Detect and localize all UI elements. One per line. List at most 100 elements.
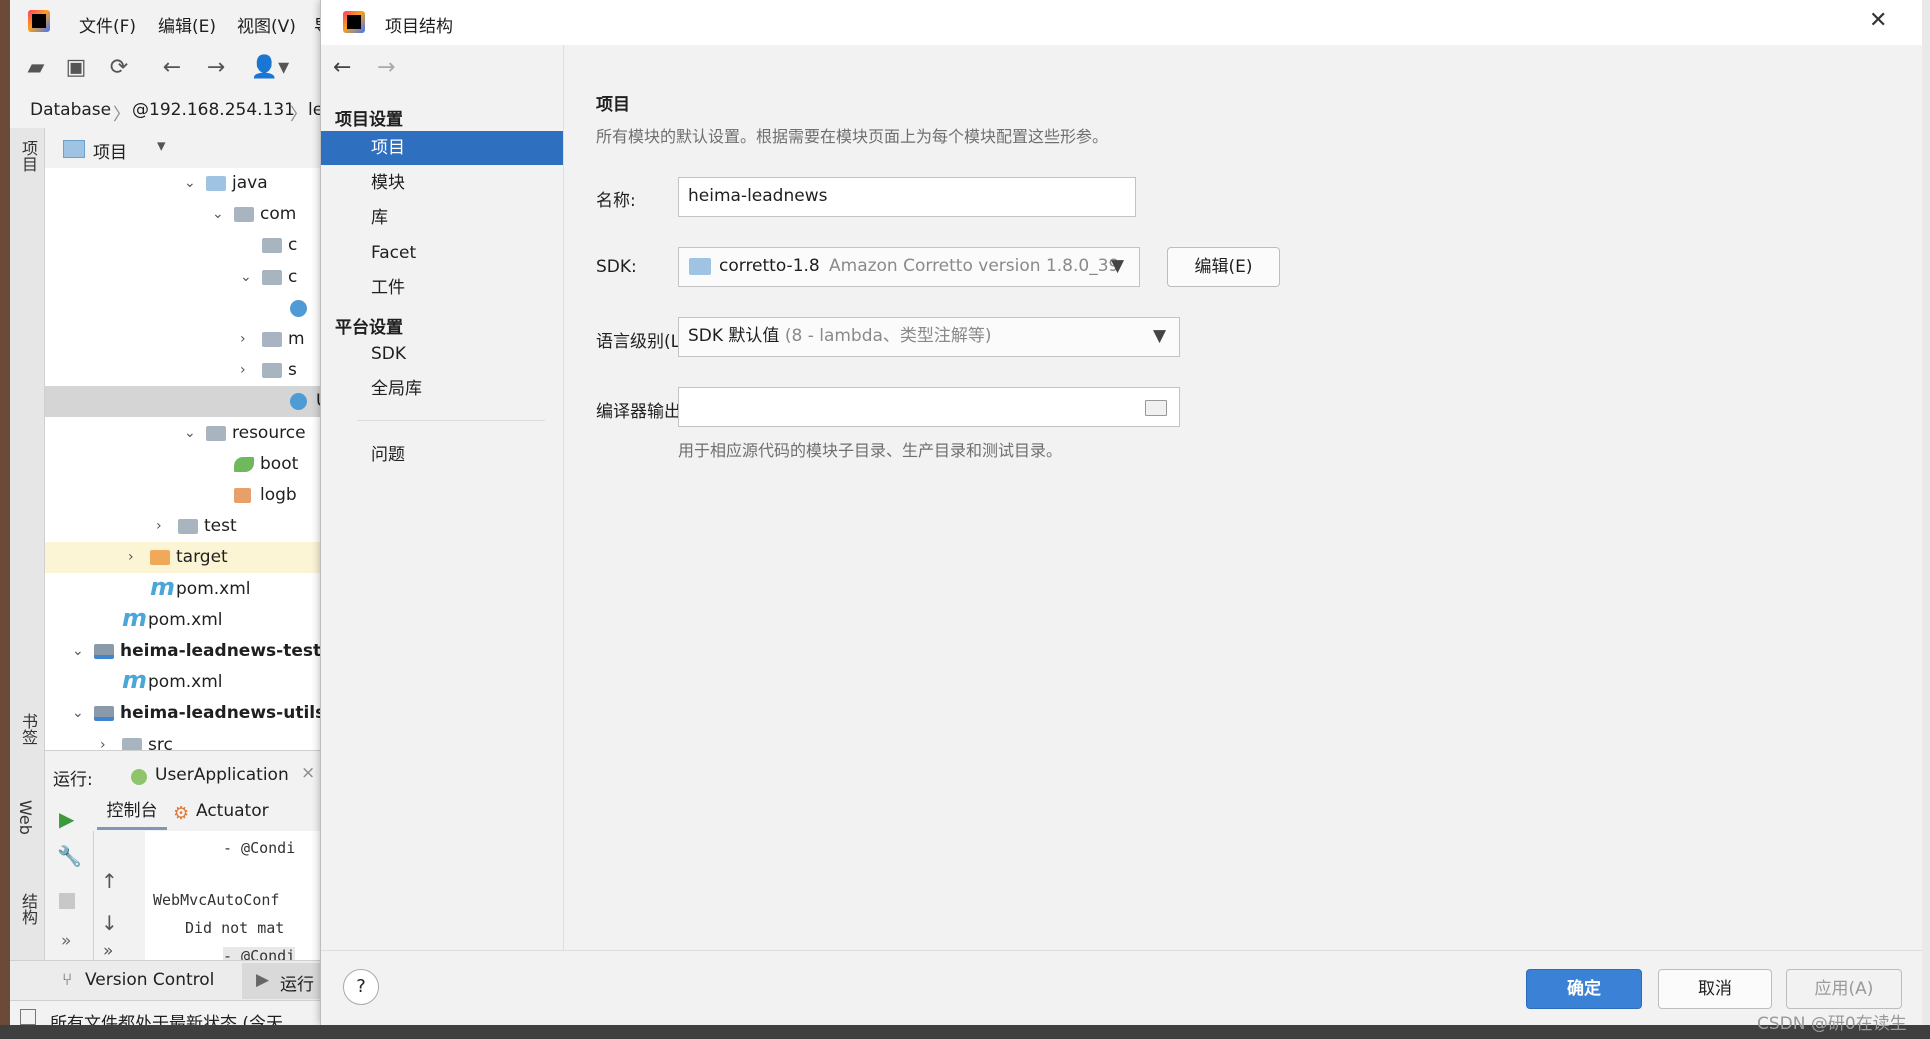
breadcrumb-host[interactable]: @192.168.254.131 (132, 100, 295, 120)
breadcrumb-item[interactable]: le (308, 100, 320, 120)
forward-arrow-icon[interactable]: → (377, 55, 395, 80)
folder-icon (262, 238, 282, 254)
close-icon[interactable]: ✕ (1869, 8, 1887, 33)
dialog-footer: ? 确定 取消 应用(A) (321, 950, 1923, 1026)
spring-boot-icon (131, 769, 147, 785)
breadcrumb-database[interactable]: Database (30, 100, 111, 120)
chevron-down-icon[interactable]: ⌄ (72, 698, 86, 721)
save-icon[interactable]: ▣ (62, 54, 90, 82)
nav-item-global-libraries[interactable]: 全局库 (321, 372, 563, 406)
tab-console[interactable]: 控制台 (97, 795, 167, 830)
chevron-down-icon[interactable]: ⌄ (184, 168, 198, 191)
wrench-icon[interactable]: 🔧 (57, 844, 82, 868)
chevron-down-icon[interactable]: ⌄ (72, 636, 86, 659)
tree-row[interactable]: U (45, 386, 320, 418)
class-icon (290, 299, 307, 317)
menu-edit[interactable]: 编辑(E) (158, 12, 216, 37)
close-icon[interactable]: × (301, 763, 315, 783)
language-level-select[interactable]: SDK 默认值 (8 - lambda、类型注解等) ▼ (678, 317, 1180, 357)
menu-view[interactable]: 视图(V) (237, 12, 296, 37)
name-label: 名称: (596, 191, 636, 211)
tree-row[interactable]: m pom.xml (45, 666, 320, 698)
tree-row[interactable]: ⌄ com (45, 199, 320, 230)
open-folder-icon[interactable]: ▰ (22, 54, 50, 82)
ok-button[interactable]: 确定 (1526, 969, 1642, 1009)
nav-item-modules[interactable]: 模块 (321, 166, 563, 200)
tree-row[interactable]: › m (45, 324, 320, 355)
tree-row[interactable]: › target (45, 542, 320, 574)
chevron-right-icon[interactable]: › (156, 511, 170, 534)
chevron-down-icon[interactable]: ⌄ (184, 418, 198, 441)
tree-row-label: resource (232, 422, 306, 443)
stripe-bookmarks[interactable]: 书签 (16, 713, 40, 745)
editor-scrollbar[interactable] (1922, 0, 1930, 1039)
nav-item-artifacts[interactable]: 工件 (321, 271, 563, 305)
tab-actuator[interactable]: Actuator (196, 801, 269, 821)
tree-row[interactable]: ⌄ heima-leadnews-utils (45, 698, 320, 729)
page-description: 所有模块的默认设置。根据需要在模块页面上为每个模块配置这些形参。 (596, 127, 1109, 146)
nav-item-sdks[interactable]: SDK (321, 337, 563, 371)
tree-row[interactable]: ⌄ heima-leadnews-test (45, 636, 320, 667)
run-config-tab[interactable]: UserApplication (155, 765, 289, 785)
status-panel-icon[interactable] (20, 1009, 36, 1025)
tree-row[interactable]: boot (45, 449, 320, 480)
browse-folder-icon[interactable] (1145, 400, 1167, 416)
stripe-structure[interactable]: 结构 (16, 893, 40, 925)
chevron-right-icon[interactable]: › (240, 324, 254, 347)
tab-version-control[interactable]: Version Control (85, 970, 214, 990)
arrow-down-icon[interactable]: ↓ (101, 911, 118, 935)
chevron-right-icon[interactable]: › (128, 542, 142, 565)
tree-row-label: test (204, 516, 237, 537)
more-icon[interactable]: » (61, 931, 71, 951)
tree-row-label: pom.xml (176, 578, 251, 599)
tree-row[interactable]: › src (45, 730, 320, 750)
tree-row[interactable]: c (45, 230, 320, 261)
tree-row[interactable]: m pom.xml (45, 604, 320, 636)
chevron-right-icon[interactable]: › (100, 730, 114, 750)
nav-section-platform-settings: 平台设置 (335, 318, 403, 338)
run-play-icon[interactable]: ▶ (59, 807, 74, 831)
name-field[interactable]: heima-leadnews (678, 177, 1136, 217)
forward-arrow-icon[interactable]: → (202, 54, 230, 82)
nav-item-facets[interactable]: Facet (321, 236, 563, 270)
project-structure-dialog: 项目结构 ✕ ← → 项目设置 项目 模块 库 Facet 工件 平台设置 SD… (320, 0, 1923, 1026)
tree-row[interactable]: ⌄ c (45, 262, 320, 293)
nav-item-problems[interactable]: 问题 (321, 438, 563, 472)
tree-row[interactable]: › s (45, 355, 320, 386)
tree-row[interactable]: ⌄ java (45, 168, 320, 199)
nav-item-libraries[interactable]: 库 (321, 201, 563, 235)
sdk-select[interactable]: corretto-1.8 Amazon Corretto version 1.8… (678, 247, 1140, 287)
menu-file[interactable]: 文件(F) (79, 12, 136, 37)
sdk-edit-button[interactable]: 编辑(E) (1167, 247, 1280, 287)
back-arrow-icon[interactable]: ← (333, 55, 351, 80)
chevron-down-icon[interactable]: ⌄ (240, 262, 254, 285)
apply-button[interactable]: 应用(A) (1786, 969, 1902, 1009)
more-icon[interactable]: » (103, 941, 113, 961)
tree-row[interactable]: logb (45, 480, 320, 511)
tree-row-label: pom.xml (148, 609, 223, 630)
tab-run-label: 运行 (280, 975, 314, 995)
tree-row[interactable]: m pom.xml (45, 573, 320, 605)
nav-item-project[interactable]: 项目 (321, 131, 563, 165)
arrow-up-icon[interactable]: ↑ (101, 869, 118, 893)
compiler-output-label: 编译器输出: (596, 402, 687, 422)
ide-toolbar: ▰ ▣ ⟳ ← → 👤▾ (10, 44, 320, 95)
chevron-down-icon[interactable]: ⌄ (212, 199, 226, 222)
back-arrow-icon[interactable]: ← (158, 54, 186, 82)
chevron-right-icon[interactable]: › (240, 355, 254, 378)
compiler-output-field[interactable] (678, 387, 1180, 427)
tree-row[interactable] (45, 293, 320, 324)
user-dropdown-icon[interactable]: 👤▾ (250, 54, 290, 82)
cancel-button[interactable]: 取消 (1658, 969, 1772, 1009)
stop-icon[interactable] (59, 893, 75, 909)
compiler-output-hint: 用于相应源代码的模块子目录、生产目录和测试目录。 (678, 441, 1063, 460)
stripe-project[interactable]: 项目 (16, 140, 40, 172)
tree-row[interactable]: › test (45, 511, 320, 542)
stripe-web[interactable]: Web (16, 800, 35, 835)
chevron-down-icon[interactable]: ▾ (157, 136, 166, 156)
project-view-label[interactable]: 项目 (93, 138, 127, 163)
help-button[interactable]: ? (343, 969, 379, 1005)
tree-row[interactable]: ⌄ resource (45, 418, 320, 449)
sync-icon[interactable]: ⟳ (105, 54, 133, 82)
tab-run-active[interactable]: ▶ 运行 (242, 963, 320, 999)
